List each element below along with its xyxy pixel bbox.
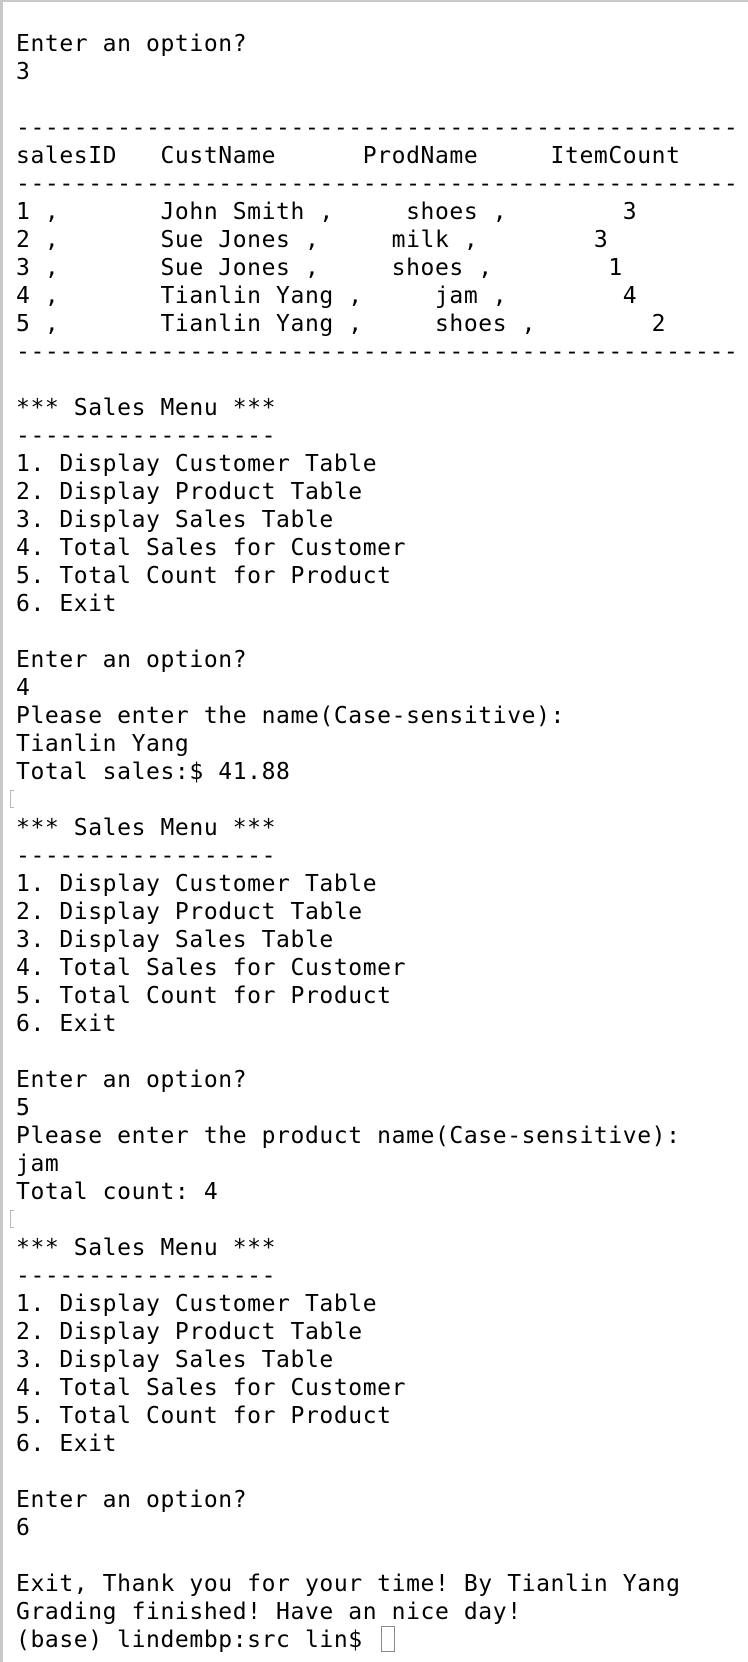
terminal-line: Tianlin Yang xyxy=(16,731,190,757)
terminal-line: 6 xyxy=(16,1515,31,1541)
terminal-line: 1. Display Customer Table xyxy=(16,451,378,477)
terminal-line: 1. Display Customer Table xyxy=(16,871,378,897)
terminal-line: 5. Total Count for Product xyxy=(16,983,392,1009)
terminal-line: 3 xyxy=(16,59,31,85)
terminal-line: 1 , John Smith , shoes , 3 xyxy=(16,199,638,225)
terminal-line: 3. Display Sales Table xyxy=(16,1347,334,1373)
terminal-line: (base) lindembp:src lin$ xyxy=(16,1625,746,1654)
terminal-line: 5 xyxy=(16,1095,31,1121)
terminal-line: ----------------------------------------… xyxy=(16,339,739,365)
terminal-line: Please enter the product name(Case-sensi… xyxy=(16,1123,681,1149)
terminal-line: 6. Exit xyxy=(16,591,118,617)
terminal-line: 6. Exit xyxy=(16,1431,118,1457)
terminal-line: 3. Display Sales Table xyxy=(16,507,334,533)
terminal-line: 4 , Tianlin Yang , jam , 4 xyxy=(16,283,638,309)
terminal-line: 1. Display Customer Table xyxy=(16,1291,378,1317)
text-cursor-icon xyxy=(381,1625,396,1652)
terminal-line: Total sales:$ 41.88 xyxy=(16,759,291,785)
terminal-line: 4. Total Sales for Customer xyxy=(16,535,407,561)
terminal-line: ----------------------------------------… xyxy=(16,115,739,141)
terminal-line: 4. Total Sales for Customer xyxy=(16,1375,407,1401)
terminal-line: 4 xyxy=(16,675,31,701)
terminal-line: salesID CustName ProdName ItemCount xyxy=(16,143,681,169)
terminal-line: 3 , Sue Jones , shoes , 1 xyxy=(16,255,623,281)
terminal-line xyxy=(10,786,746,814)
terminal-line: Enter an option? xyxy=(16,1487,248,1513)
terminal-line: ------------------ xyxy=(16,1263,277,1289)
terminal-line: ------------------ xyxy=(16,423,277,449)
terminal-line: 2 , Sue Jones , milk , 3 xyxy=(16,227,609,253)
terminal-line: jam xyxy=(16,1151,60,1177)
terminal-line xyxy=(10,1206,746,1234)
terminal-line: *** Sales Menu *** xyxy=(16,395,277,421)
terminal-line: 5. Total Count for Product xyxy=(16,563,392,589)
terminal-line: 3. Display Sales Table xyxy=(16,927,334,953)
terminal-window[interactable]: Enter an option? 3 -----------------------… xyxy=(0,0,748,1662)
terminal-line: Total count: 4 xyxy=(16,1179,219,1205)
terminal-line: ----------------------------------------… xyxy=(16,171,739,197)
terminal-line: 5 , Tianlin Yang , shoes , 2 xyxy=(16,311,667,337)
terminal-line: 4. Total Sales for Customer xyxy=(16,955,407,981)
terminal-line: Enter an option? xyxy=(16,31,248,57)
terminal-line: 2. Display Product Table xyxy=(16,479,363,505)
terminal-line: ------------------ xyxy=(16,843,277,869)
terminal-line: Please enter the name(Case-sensitive): xyxy=(16,703,565,729)
terminal-line: *** Sales Menu *** xyxy=(16,1235,277,1261)
mark-bracket-icon xyxy=(10,1210,14,1228)
terminal-line: Grading finished! Have an nice day! xyxy=(16,1599,522,1625)
terminal-line: Enter an option? xyxy=(16,1067,248,1093)
terminal-line: 6. Exit xyxy=(16,1011,118,1037)
mark-bracket-icon xyxy=(10,790,14,808)
terminal-output: Enter an option? 3 -----------------------… xyxy=(10,2,746,1654)
terminal-line: Exit, Thank you for your time! By Tianli… xyxy=(16,1571,681,1597)
terminal-line: Enter an option? xyxy=(16,647,248,673)
terminal-line: 5. Total Count for Product xyxy=(16,1403,392,1429)
terminal-line: 2. Display Product Table xyxy=(16,1319,363,1345)
terminal-line: *** Sales Menu *** xyxy=(16,815,277,841)
terminal-line: 2. Display Product Table xyxy=(16,899,363,925)
